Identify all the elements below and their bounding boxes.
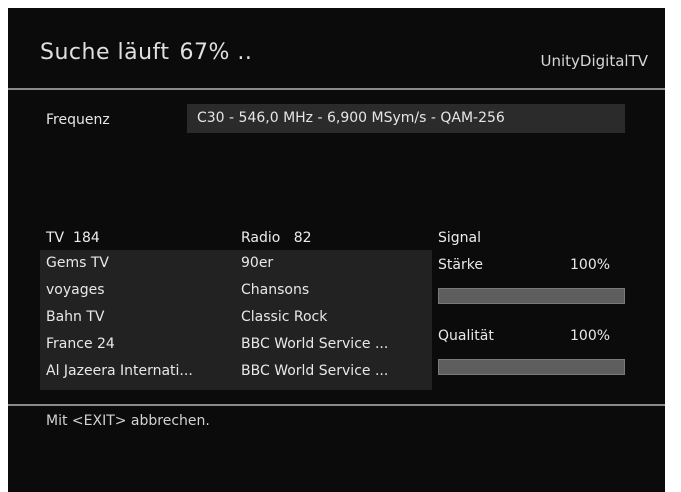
signal-label: Signal bbox=[438, 230, 482, 246]
list-item: 90er bbox=[241, 255, 274, 271]
list-item: Classic Rock bbox=[241, 309, 328, 325]
list-item: Gems TV bbox=[46, 255, 109, 271]
exit-hint: Mit <EXIT> abbrechen. bbox=[46, 413, 210, 429]
strength-value: 100% bbox=[570, 257, 611, 273]
radio-count: 82 bbox=[293, 230, 312, 246]
frequency-label: Frequenz bbox=[46, 112, 110, 128]
frequency-value: C30 - 546,0 MHz - 6,900 MSym/s - QAM-256 bbox=[187, 104, 625, 133]
scan-screen: Suche läuft 67% .. UnityDigitalTV Frequen… bbox=[8, 8, 665, 492]
brand-logo: UnityDigitalTV bbox=[540, 52, 648, 70]
tv-label: TV bbox=[46, 230, 65, 246]
list-item: Al Jazeera Internati... bbox=[46, 363, 193, 379]
radio-channel-list: 90er Chansons Classic Rock BBC World Ser… bbox=[235, 250, 432, 390]
strength-bar-fill bbox=[438, 288, 625, 304]
tv-channel-list: Gems TV voyages Bahn TV France 24 Al Jaz… bbox=[40, 250, 235, 390]
list-item: Bahn TV bbox=[46, 309, 105, 325]
tv-count: 184 bbox=[73, 230, 100, 246]
header-divider bbox=[8, 88, 665, 90]
title-text: Suche läuft bbox=[40, 40, 170, 65]
quality-bar bbox=[438, 359, 625, 375]
tv-header: TV 184 bbox=[46, 230, 100, 246]
list-item: Chansons bbox=[241, 282, 310, 298]
scan-progress: 67% .. bbox=[179, 40, 253, 65]
quality-label: Qualität bbox=[438, 328, 494, 344]
list-item: BBC World Service ... bbox=[241, 363, 389, 379]
quality-value: 100% bbox=[570, 328, 611, 344]
radio-header: Radio 82 bbox=[241, 230, 312, 246]
list-item: France 24 bbox=[46, 336, 115, 352]
page-title: Suche läuft 67% .. bbox=[40, 40, 252, 65]
radio-label: Radio bbox=[241, 230, 281, 246]
strength-bar bbox=[438, 288, 625, 304]
quality-bar-fill bbox=[438, 359, 625, 375]
list-item: voyages bbox=[46, 282, 105, 298]
footer-divider bbox=[8, 404, 665, 406]
strength-label: Stärke bbox=[438, 257, 483, 273]
list-item: BBC World Service ... bbox=[241, 336, 389, 352]
